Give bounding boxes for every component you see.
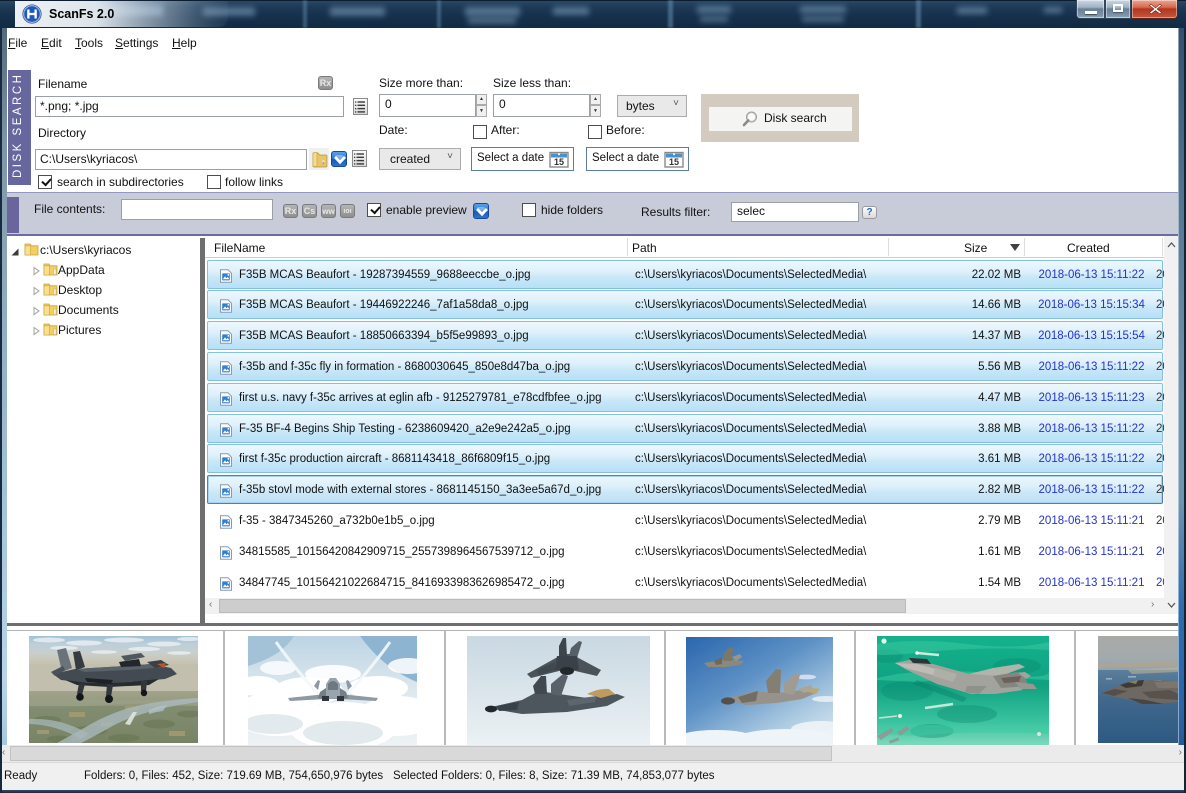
svg-text:15: 15: [554, 157, 564, 167]
svg-text:15: 15: [669, 157, 679, 167]
